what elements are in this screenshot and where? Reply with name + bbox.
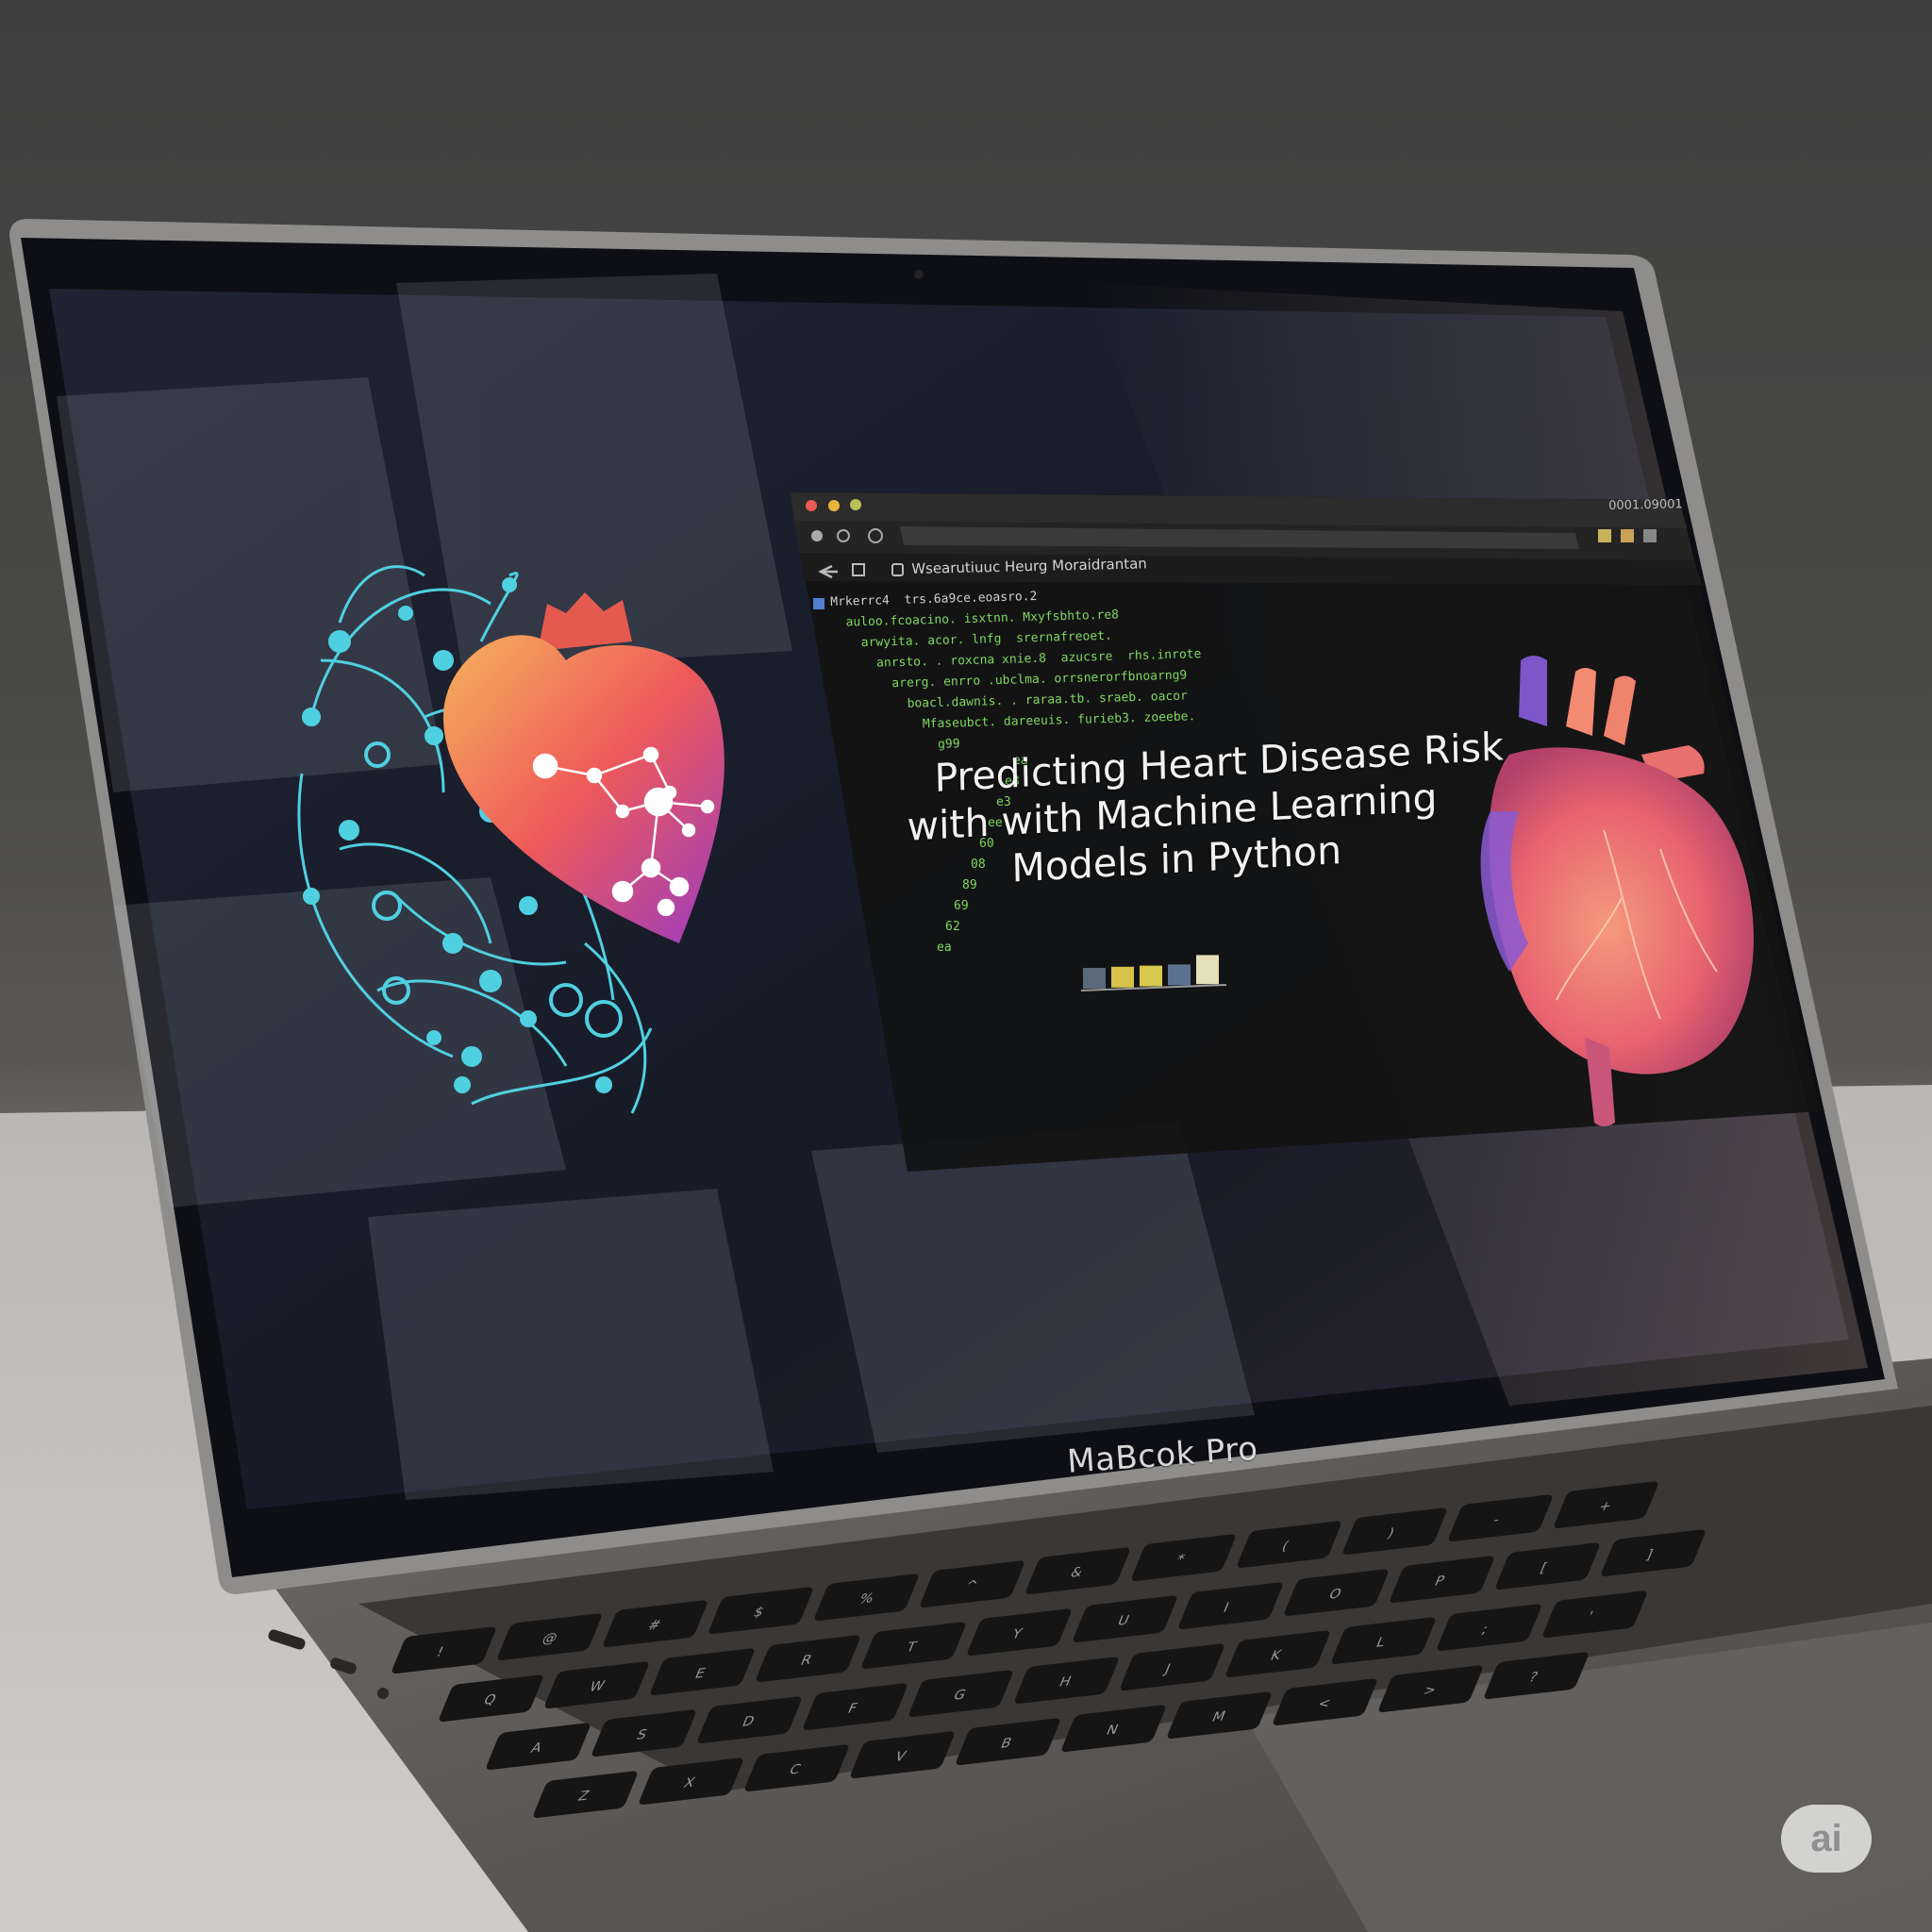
- bar: [1168, 964, 1191, 986]
- network-node: [339, 820, 359, 841]
- extension-icon[interactable]: [1643, 529, 1657, 542]
- network-node: [425, 726, 443, 745]
- code-editor: Mrkerrc4 trs.6a9ce.eoasro.2 auloo.fcoaci…: [830, 582, 1204, 758]
- tab-right-label: 0001.09001: [1608, 497, 1683, 513]
- gutter-number: ea: [937, 941, 952, 955]
- slide-title: Predicting Heart Disease Risk with with …: [907, 724, 1504, 896]
- network-node: [302, 708, 321, 726]
- network-node: [328, 630, 351, 653]
- menu-icon[interactable]: [811, 530, 823, 541]
- network-node: [398, 606, 413, 621]
- network-node: [433, 650, 454, 671]
- camera: [914, 270, 924, 279]
- headphone-jack: [377, 1688, 389, 1699]
- file-icon: [813, 598, 824, 609]
- network-node: [595, 1076, 612, 1093]
- maximize-window-button[interactable]: [850, 499, 861, 510]
- network-node: [461, 1046, 482, 1067]
- laptop-scene: !@#$%^&*()-+QWERTYUIOP[]ASDFGHJKL;'ZXCVB…: [0, 219, 1932, 1932]
- network-node: [520, 1010, 537, 1027]
- network-node: [502, 577, 517, 592]
- network-node: [442, 933, 463, 954]
- bar: [1111, 966, 1134, 988]
- network-node: [303, 888, 320, 905]
- gutter-number: 62: [945, 920, 960, 934]
- gutter-number: 69: [954, 899, 969, 913]
- minimize-window-button[interactable]: [828, 500, 840, 511]
- ai-watermark-badge: ai: [1781, 1805, 1872, 1873]
- extension-icon[interactable]: [1598, 529, 1611, 542]
- close-window-button[interactable]: [806, 500, 817, 511]
- network-node: [519, 896, 538, 915]
- extension-icon[interactable]: [1621, 529, 1634, 542]
- bar: [1196, 955, 1219, 985]
- bar: [1140, 965, 1162, 987]
- network-node: [479, 970, 502, 992]
- network-node: [426, 1030, 441, 1045]
- network-node: [454, 1076, 471, 1093]
- bar: [1083, 968, 1106, 989]
